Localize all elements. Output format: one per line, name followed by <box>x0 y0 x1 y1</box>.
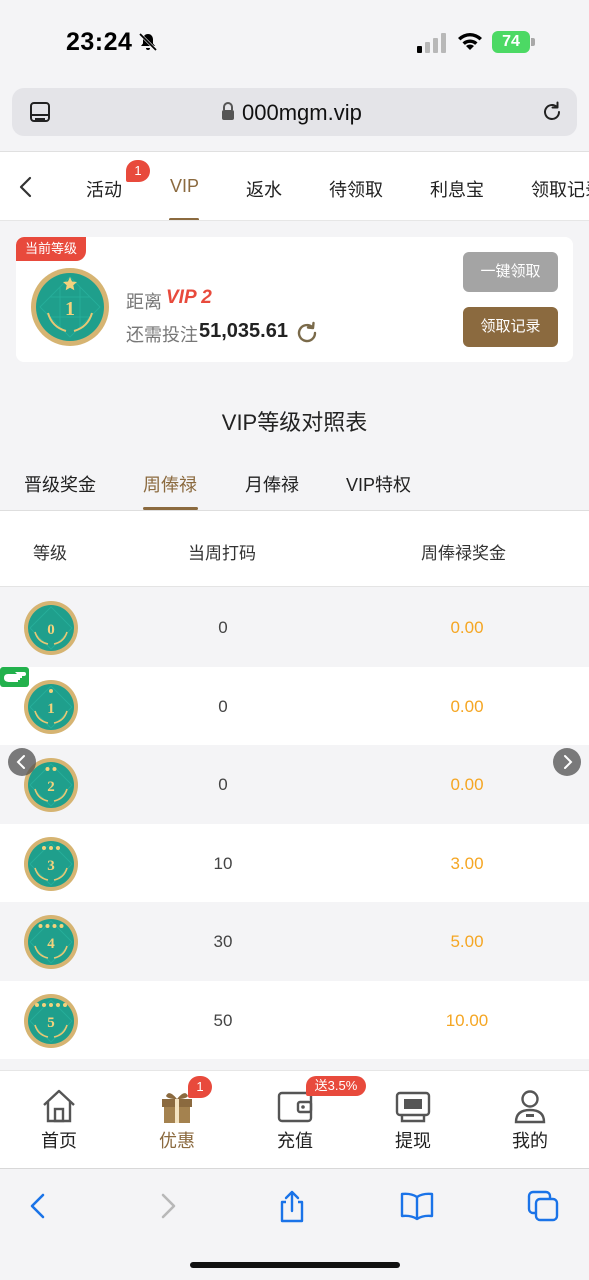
row-level-number: 5 <box>47 1015 55 1031</box>
row-level-number: 1 <box>47 701 55 717</box>
row-weekly-bonus: 5.00 <box>450 932 484 951</box>
battery-indicator: 74 <box>492 31 536 53</box>
bell-muted-icon <box>138 32 158 52</box>
row-weekly-bonus: 0.00 <box>450 775 484 794</box>
battery-level: 74 <box>492 31 530 53</box>
tabs-icon[interactable] <box>526 1189 560 1223</box>
table-row: 3 10 3.00 <box>0 823 589 902</box>
page-menu-icon[interactable] <box>28 100 52 124</box>
status-time: 23:24 <box>66 28 133 56</box>
subtab-promotion-bonus[interactable]: 晋级奖金 <box>24 471 96 497</box>
table-row: 2 0 0.00 <box>0 745 589 824</box>
subtab-vip-privileges[interactable]: VIP特权 <box>346 471 411 497</box>
table-row: 0 0 0.00 <box>0 588 589 667</box>
battery-cap <box>531 38 535 46</box>
tab-vip-underline <box>169 218 199 220</box>
tab-vip[interactable]: VIP <box>170 176 199 197</box>
tab-activity[interactable]: 活动 <box>86 176 122 202</box>
nav-promotions[interactable]: 优惠 <box>118 1071 236 1169</box>
promotions-badge: 1 <box>188 1076 212 1098</box>
row-weekly-code: 30 <box>213 932 233 951</box>
row-weekly-code: 0 <box>218 696 228 716</box>
header-weekly-bonus: 周俸禄奖金 <box>421 544 506 563</box>
reload-icon[interactable] <box>540 100 564 124</box>
nav-home-label: 首页 <box>41 1131 77 1151</box>
vip-level-badge-icon: 1 <box>31 268 109 346</box>
row-level-number: 3 <box>47 858 55 874</box>
row-weekly-code: 50 <box>213 1010 233 1030</box>
claim-record-button[interactable]: 领取记录 <box>463 307 558 347</box>
subtab-monthly-salary[interactable]: 月俸禄 <box>245 471 299 497</box>
refresh-icon[interactable] <box>295 321 319 345</box>
nav-profile[interactable]: 我的 <box>471 1071 589 1169</box>
row-weekly-code: 0 <box>218 775 228 794</box>
next-level-label: VIP 2 <box>166 287 212 308</box>
scroll-right-button[interactable] <box>553 748 581 776</box>
nav-withdraw-label: 提现 <box>395 1131 431 1151</box>
url-text[interactable]: 000mgm.vip <box>242 100 362 126</box>
status-bar: 23:24 74 <box>0 0 589 84</box>
current-level-pointer-icon <box>0 667 29 687</box>
row-weekly-bonus: 3.00 <box>450 853 484 873</box>
vip-level-number: 1 <box>65 298 75 320</box>
share-icon[interactable] <box>275 1189 309 1223</box>
table-row: 1 0 0.00 <box>0 666 589 745</box>
table-row: 4 30 5.00 <box>0 902 589 981</box>
row-weekly-bonus: 0.00 <box>450 618 484 637</box>
browser-back-icon[interactable] <box>22 1189 56 1223</box>
scroll-left-button[interactable] <box>8 748 36 776</box>
nav-deposit-label: 充值 <box>277 1131 313 1151</box>
cellular-signal-icon <box>417 33 446 53</box>
current-level-tag: 当前等级 <box>16 237 86 261</box>
header-level: 等级 <box>33 544 67 563</box>
vip-table-title: VIP等级对照表 <box>221 410 368 435</box>
top-tab-bar: 活动 1 VIP 返水 待领取 利息宝 领取记录 <box>0 151 589 221</box>
required-bet-label: 还需投注 <box>126 325 198 345</box>
row-weekly-code: 10 <box>213 853 233 873</box>
user-icon <box>514 1090 546 1124</box>
nav-profile-label: 我的 <box>512 1131 548 1151</box>
table-header: 等级 当周打码 周俸禄奖金 <box>0 511 589 587</box>
subtab-weekly-salary[interactable]: 周俸禄 <box>143 471 197 497</box>
activity-badge: 1 <box>126 160 150 182</box>
nav-withdraw[interactable]: 提现 <box>354 1071 472 1169</box>
chevron-right-icon <box>564 755 573 769</box>
table-row: 5 50 10.00 <box>0 980 589 1059</box>
vip-table-body: 0 0 0.00 1 0 0.00 2 0 0.00 3 10 3.00 4 30 5.00 5 50 10.00 <box>0 588 589 1070</box>
claim-all-button[interactable]: 一键领取 <box>463 252 558 292</box>
deposit-bonus-badge: 送3.5% <box>306 1076 366 1096</box>
wifi-icon <box>458 33 482 50</box>
home-indicator <box>190 1262 400 1268</box>
distance-label: 距离 <box>126 292 162 312</box>
tab-pending[interactable]: 待领取 <box>329 176 383 202</box>
vip-level-badge-icon: 3 <box>24 836 78 891</box>
row-weekly-code: 0 <box>218 618 228 637</box>
row-level-number: 0 <box>47 622 55 638</box>
tab-claim-history[interactable]: 领取记录 <box>531 176 589 202</box>
vip-status-card: 当前等级 1 距离 VIP 2 还需投注 51,035.61 一键领取 领取记录 <box>16 237 573 362</box>
vip-level-badge-icon: 5 <box>24 993 78 1048</box>
chevron-left-icon <box>16 755 25 769</box>
bookmarks-icon[interactable] <box>400 1189 434 1223</box>
row-level-number: 4 <box>47 936 55 952</box>
back-chevron-icon[interactable] <box>16 175 36 199</box>
vip-level-badge-icon: 0 <box>24 601 78 655</box>
row-weekly-bonus: 10.00 <box>445 1010 489 1030</box>
withdraw-icon <box>395 1091 431 1123</box>
home-icon <box>43 1089 75 1123</box>
lock-icon <box>222 102 234 120</box>
nav-promotions-label: 优惠 <box>159 1131 195 1151</box>
address-bar[interactable]: 000mgm.vip <box>12 88 577 136</box>
tab-rebate[interactable]: 返水 <box>246 176 282 202</box>
vip-level-badge-icon: 4 <box>24 915 78 969</box>
vip-level-badge-icon: 1 <box>24 679 78 734</box>
header-weekly-code: 当周打码 <box>188 544 256 563</box>
required-bet-value: 51,035.61 <box>199 320 288 342</box>
app-bottom-nav: 首页 优惠 充值 提现 我的 <box>0 1070 589 1168</box>
browser-forward-icon[interactable] <box>150 1189 184 1223</box>
nav-home[interactable]: 首页 <box>0 1071 118 1169</box>
tab-interest[interactable]: 利息宝 <box>430 176 484 202</box>
row-level-number: 2 <box>47 779 55 795</box>
row-weekly-bonus: 0.00 <box>450 696 484 716</box>
